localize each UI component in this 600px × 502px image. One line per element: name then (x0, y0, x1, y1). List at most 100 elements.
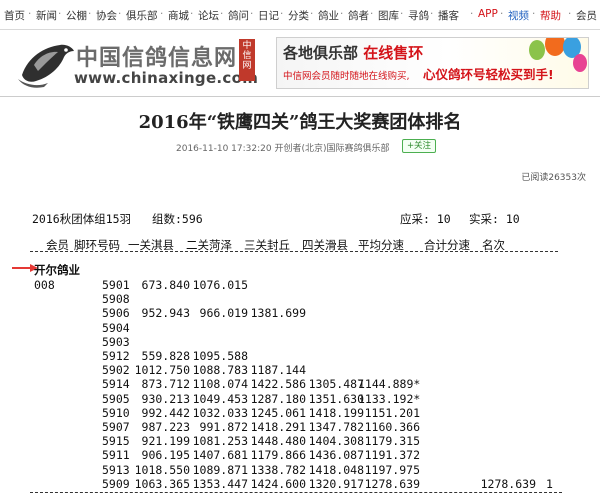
cell-v1: 906.195 (141, 448, 190, 463)
banner-slogan: 心仪鸽环号轻松买到手! (423, 67, 554, 82)
cell-v2: 1095.588 (192, 349, 248, 363)
nav-link-app[interactable]: APP (478, 8, 498, 20)
cell-ring: 5911 (102, 448, 130, 463)
cell-v2: 1088.783 (192, 363, 248, 378)
banner-headline: 各地俱乐部 在线售环 (283, 42, 423, 63)
nav-link-home[interactable]: 首页 (4, 8, 25, 23)
cell-v2: 966.019 (199, 306, 248, 321)
cell-member: 008 (34, 278, 55, 292)
cell-avg: 1144.889* (358, 377, 421, 392)
nav-link-pigeon-qa[interactable]: 鸽问 (228, 8, 249, 23)
nav-link-association[interactable]: 协会 (96, 8, 117, 23)
cell-v4: 1418.048 (308, 462, 364, 477)
balloon-icon (529, 40, 545, 60)
balloon-icon (573, 54, 587, 72)
nav-separator: · (190, 8, 194, 20)
pigeon-icon[interactable] (14, 35, 76, 89)
cell-ring: 5913 (102, 462, 130, 477)
group-count: 组数:596 (152, 212, 203, 226)
page-title: 2016年“铁鹰四关”鸽王大奖赛团体排名 (138, 112, 462, 133)
cell-v2: 1076.015 (192, 278, 248, 292)
article-meta: 2016-11-10 17:32:20 开创者(北京)国际赛鸽俱乐部 (176, 144, 390, 154)
site-header: 中国信鸽信息网 www.chinaxinge.com 中信网 各地俱乐部 在线售… (0, 31, 600, 93)
nav-link-industry[interactable]: 鸽业 (318, 8, 339, 23)
cell-avg: 1133.192* (358, 391, 421, 406)
table-row: 5909 1063.365 1353.447 1424.600 1320.917 1278… (0, 477, 600, 493)
cell-ring: 5903 (102, 334, 130, 349)
cell-v1: 921.199 (141, 434, 190, 449)
nav-separator: · (118, 8, 122, 20)
cell-ring: 5906 (102, 306, 130, 321)
cell-v3: 1381.699 (250, 306, 306, 321)
cell-ring: 5905 (102, 391, 130, 406)
cell-v4: 1347.782 (308, 420, 364, 434)
nav-link-news[interactable]: 新闻 (36, 8, 57, 23)
nav-separator: · (430, 8, 434, 20)
nav-link-pigeon-fanciers[interactable]: 鸽者 (348, 8, 369, 23)
nav-separator: · (310, 8, 314, 20)
cell-avg: 1278.639 (364, 476, 420, 491)
cell-v3: 1448.480 (250, 434, 306, 449)
cell-total: 1278.639 (480, 476, 536, 491)
cell-ring: 5904 (102, 320, 130, 335)
cell-v3: 1187.144 (250, 363, 306, 378)
stat-should-collect: 应采: 10 (400, 212, 451, 226)
nav-link-member[interactable]: 会员 (576, 8, 597, 23)
nav-link-video[interactable]: 视频 (508, 8, 529, 23)
cell-v1: 1012.750 (134, 363, 190, 378)
nav-link-podcast[interactable]: 播客 (438, 8, 459, 23)
cell-v1: 1018.550 (134, 462, 190, 477)
follow-button[interactable]: +关注 (402, 139, 436, 153)
nav-link-mall[interactable]: 商城 (168, 8, 189, 23)
cell-ring: 5912 (102, 349, 130, 363)
ring-sale-banner[interactable]: 各地俱乐部 在线售环 中信网会员随时随地在线购买, 心仪鸽环号轻松买到手! (276, 37, 589, 89)
cell-v1: 992.442 (141, 405, 190, 420)
group-title: 2016秋团体组15羽 (32, 212, 132, 226)
nav-link-forum[interactable]: 论坛 (198, 8, 219, 23)
nav-separator: · (250, 8, 254, 20)
nav-separator: · (160, 8, 164, 20)
cell-v3: 1424.600 (250, 476, 306, 491)
nav-link-gallery[interactable]: 图库 (378, 8, 399, 23)
nav-link-find-pigeon[interactable]: 寻鸽 (408, 8, 429, 23)
cell-v4: 1436.087 (308, 448, 364, 463)
logo-url[interactable]: www.chinaxinge.com (74, 69, 258, 87)
cell-ring: 5907 (102, 420, 130, 434)
nav-link-help[interactable]: 帮助 (540, 8, 561, 23)
cell-v1: 673.840 (141, 278, 190, 292)
banner-headline-prefix: 各地俱乐部 (283, 44, 359, 62)
nav-separator: · (370, 8, 374, 20)
cell-v2: 1081.253 (192, 434, 248, 449)
cell-v1: 559.828 (141, 349, 190, 363)
nav-link-categories[interactable]: 分类 (288, 8, 309, 23)
cell-ring: 5914 (102, 377, 130, 392)
cell-v4: 1418.199 (308, 405, 364, 420)
nav-separator: · (500, 8, 504, 20)
site-stamp: 中信网 (239, 39, 255, 81)
balloon-icon (545, 38, 565, 56)
cell-v3: 1422.586 (250, 377, 306, 392)
header-rule (30, 251, 558, 252)
nav-link-lofts[interactable]: 公棚 (66, 8, 87, 23)
stat-actual-collect: 实采: 10 (469, 212, 520, 226)
cell-v2: 1032.033 (192, 405, 248, 420)
nav-separator: · (470, 8, 474, 20)
cell-v1: 952.943 (141, 306, 190, 321)
banner-subline: 中信网会员随时随地在线购买, (283, 71, 410, 82)
cell-ring: 5910 (102, 405, 130, 420)
cell-v2: 1049.453 (192, 391, 248, 406)
cell-ring: 5909 (102, 476, 130, 491)
nav-separator: · (58, 8, 62, 20)
logo-title[interactable]: 中国信鸽信息网 (76, 40, 237, 72)
cell-v4: 1305.487 (308, 377, 364, 392)
club-name: 开尔鸽业 (34, 263, 80, 277)
cell-v2: 991.872 (199, 420, 248, 434)
nav-separator: · (340, 8, 344, 20)
nav-separator: · (220, 8, 224, 20)
banner-headline-highlight: 在线售环 (363, 44, 424, 62)
cell-v3: 1245.061 (250, 405, 306, 420)
nav-link-clubs[interactable]: 俱乐部 (126, 8, 158, 23)
nav-link-diary[interactable]: 日记 (258, 8, 279, 23)
cell-ring: 5915 (102, 434, 130, 449)
cell-avg: 1197.975 (364, 462, 420, 477)
